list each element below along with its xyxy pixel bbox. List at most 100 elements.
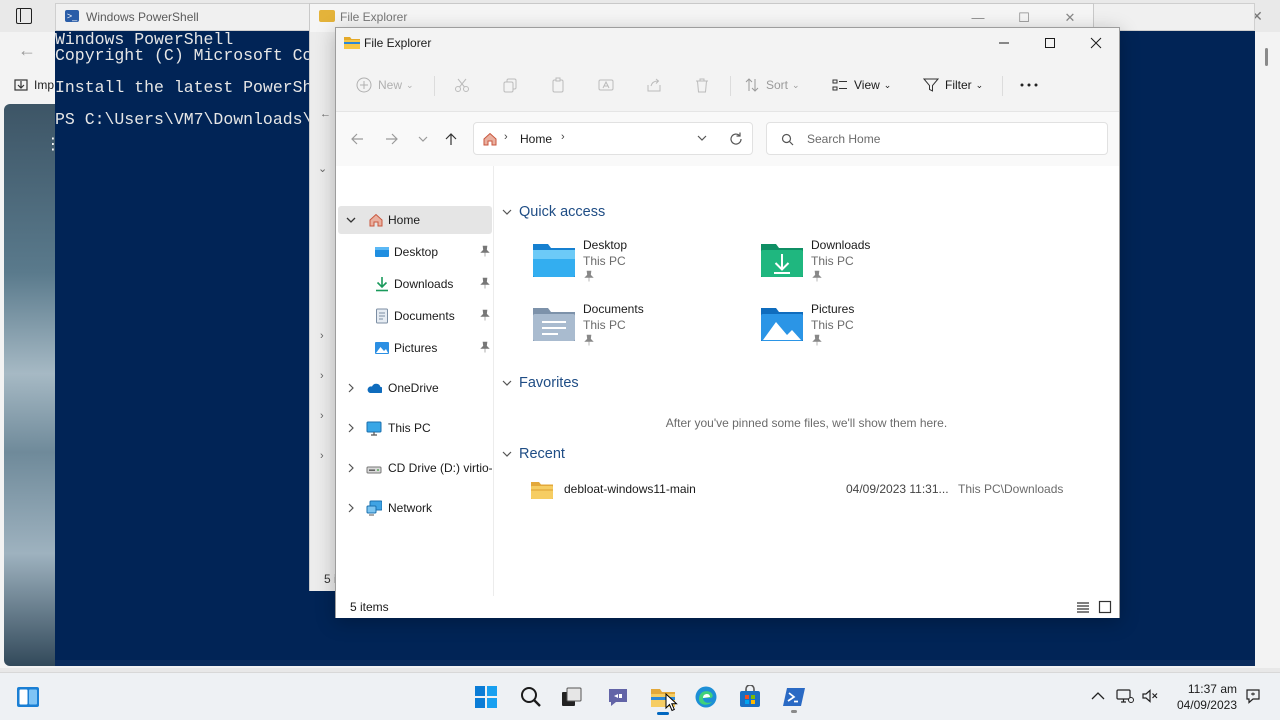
chevron-down-icon[interactable] [696, 132, 708, 144]
powershell-icon [783, 688, 805, 706]
chevron-right-icon[interactable] [346, 503, 356, 513]
nav-item-onedrive[interactable]: OneDrive [338, 374, 492, 402]
close-button[interactable] [1073, 28, 1119, 58]
chevron-right-icon[interactable]: › [320, 370, 324, 382]
rename-button[interactable] [598, 73, 614, 97]
nav-item-pictures[interactable]: Pictures [338, 334, 492, 362]
tab-actions-icon[interactable] [16, 8, 32, 24]
recent-item-name: debloat-windows11-main [564, 482, 696, 496]
quick-access-tile-pictures[interactable]: Pictures This PC [760, 300, 980, 356]
group-header-label: Recent [519, 446, 565, 462]
browser-back-icon[interactable]: ← [18, 40, 36, 61]
filter-label: Filter [945, 78, 972, 92]
pin-icon[interactable] [479, 245, 491, 257]
more-options-icon[interactable]: ⋮ [45, 137, 61, 162]
search-button[interactable] [515, 681, 547, 713]
chat-button[interactable] [602, 681, 634, 713]
pin-icon [584, 270, 594, 282]
show-hidden-icons-button[interactable] [1089, 687, 1107, 705]
nav-item-downloads[interactable]: Downloads [338, 270, 492, 298]
address-location[interactable]: Home [520, 132, 552, 146]
chevron-right-icon[interactable]: › [320, 450, 324, 462]
paste-button[interactable] [550, 73, 566, 97]
chevron-right-icon[interactable] [346, 463, 356, 473]
chevron-right-icon[interactable]: › [320, 410, 324, 422]
chevron-down-icon: ⌄ [883, 79, 892, 90]
nav-item-network[interactable]: Network [338, 494, 492, 522]
background-scrollbar[interactable] [1256, 32, 1280, 668]
minimize-button[interactable] [981, 28, 1027, 58]
chevron-down-icon: ⌄ [792, 79, 800, 90]
chevron-down-icon[interactable] [346, 215, 356, 225]
chevron-right-icon[interactable]: › [561, 131, 565, 143]
scrollbar-thumb[interactable] [1265, 48, 1268, 66]
title-bar[interactable]: File Explorer [336, 28, 1119, 58]
cut-button[interactable] [454, 73, 470, 97]
filter-button[interactable]: Filter ⌄ [923, 73, 983, 97]
address-bar[interactable]: › Home › [473, 122, 753, 155]
volume-tray-button[interactable] [1141, 687, 1159, 705]
recent-item-location: This PC\Downloads [958, 482, 1064, 496]
favorites-bar-item[interactable]: Imp [14, 78, 54, 92]
back-button[interactable] [348, 130, 366, 148]
pin-icon[interactable] [479, 341, 491, 353]
tile-name: Desktop [583, 238, 628, 252]
forward-button[interactable] [383, 130, 401, 148]
start-button[interactable] [470, 681, 502, 713]
item-count: 5 items [350, 600, 389, 614]
quick-access-tile-documents[interactable]: Documents This PC [532, 300, 752, 356]
share-button[interactable] [646, 73, 662, 97]
chevron-right-icon[interactable] [346, 423, 356, 433]
pin-icon[interactable] [479, 277, 491, 289]
large-icons-view-icon[interactable] [1098, 600, 1112, 614]
delete-button[interactable] [694, 73, 710, 97]
quick-access-header[interactable]: Quick access [502, 204, 605, 220]
nav-item-home[interactable]: Home [338, 206, 492, 234]
view-button[interactable]: View ⌄ [832, 73, 891, 97]
nav-item-cd-drive[interactable]: CD Drive (D:) virtio-w [338, 454, 492, 482]
edge-icon [695, 686, 717, 708]
back-arrow-icon[interactable]: ← [320, 108, 331, 120]
nav-item-desktop[interactable]: Desktop [338, 238, 492, 266]
recent-item[interactable]: debloat-windows11-main 04/09/2023 11:31.… [530, 479, 1090, 501]
file-explorer-icon [344, 37, 360, 49]
recent-header[interactable]: Recent [502, 446, 565, 462]
nav-item-label: OneDrive [388, 381, 439, 395]
pictures-icon [374, 340, 390, 356]
toolbar-divider [730, 76, 731, 96]
see-more-button[interactable] [1019, 73, 1039, 97]
chevron-right-icon[interactable]: › [320, 330, 324, 342]
downloads-icon [374, 276, 390, 292]
up-button[interactable] [442, 130, 460, 148]
maximize-button[interactable] [1027, 28, 1073, 58]
widgets-button[interactable] [12, 681, 44, 713]
quick-access-tile-downloads[interactable]: Downloads This PC [760, 236, 980, 292]
nav-item-documents[interactable]: Documents [338, 302, 492, 330]
chevron-down-icon[interactable]: ⌄ [318, 162, 327, 175]
onedrive-icon [366, 380, 382, 396]
clock-date[interactable]: 04/09/2023 [1177, 698, 1237, 712]
nav-item-this-pc[interactable]: This PC [338, 414, 492, 442]
file-explorer-window[interactable]: File Explorer New ⌄ Sort ⌄ View ⌄ Filter… [335, 27, 1120, 618]
clock-time[interactable]: 11:37 am [1188, 682, 1237, 696]
edge-button[interactable] [690, 681, 722, 713]
details-view-icon[interactable] [1076, 600, 1090, 614]
notifications-button[interactable] [1244, 687, 1262, 705]
pin-icon[interactable] [479, 309, 491, 321]
powershell-taskbar-button[interactable] [778, 681, 810, 713]
new-button[interactable]: New ⌄ [356, 73, 414, 97]
refresh-icon[interactable] [728, 131, 744, 147]
favorites-header[interactable]: Favorites [502, 375, 579, 391]
filter-icon [923, 78, 939, 92]
recent-locations-button[interactable] [414, 130, 432, 148]
chevron-right-icon[interactable] [346, 383, 356, 393]
task-view-button[interactable] [556, 681, 588, 713]
store-button[interactable] [734, 681, 766, 713]
quick-access-tile-desktop[interactable]: Desktop This PC [532, 236, 752, 292]
copy-button[interactable] [502, 73, 518, 97]
nav-item-label: This PC [388, 421, 431, 435]
nav-item-label: Desktop [394, 245, 439, 259]
search-input[interactable]: Search Home [766, 122, 1108, 155]
sort-button[interactable]: Sort ⌄ [744, 73, 800, 97]
network-tray-button[interactable] [1116, 687, 1134, 705]
